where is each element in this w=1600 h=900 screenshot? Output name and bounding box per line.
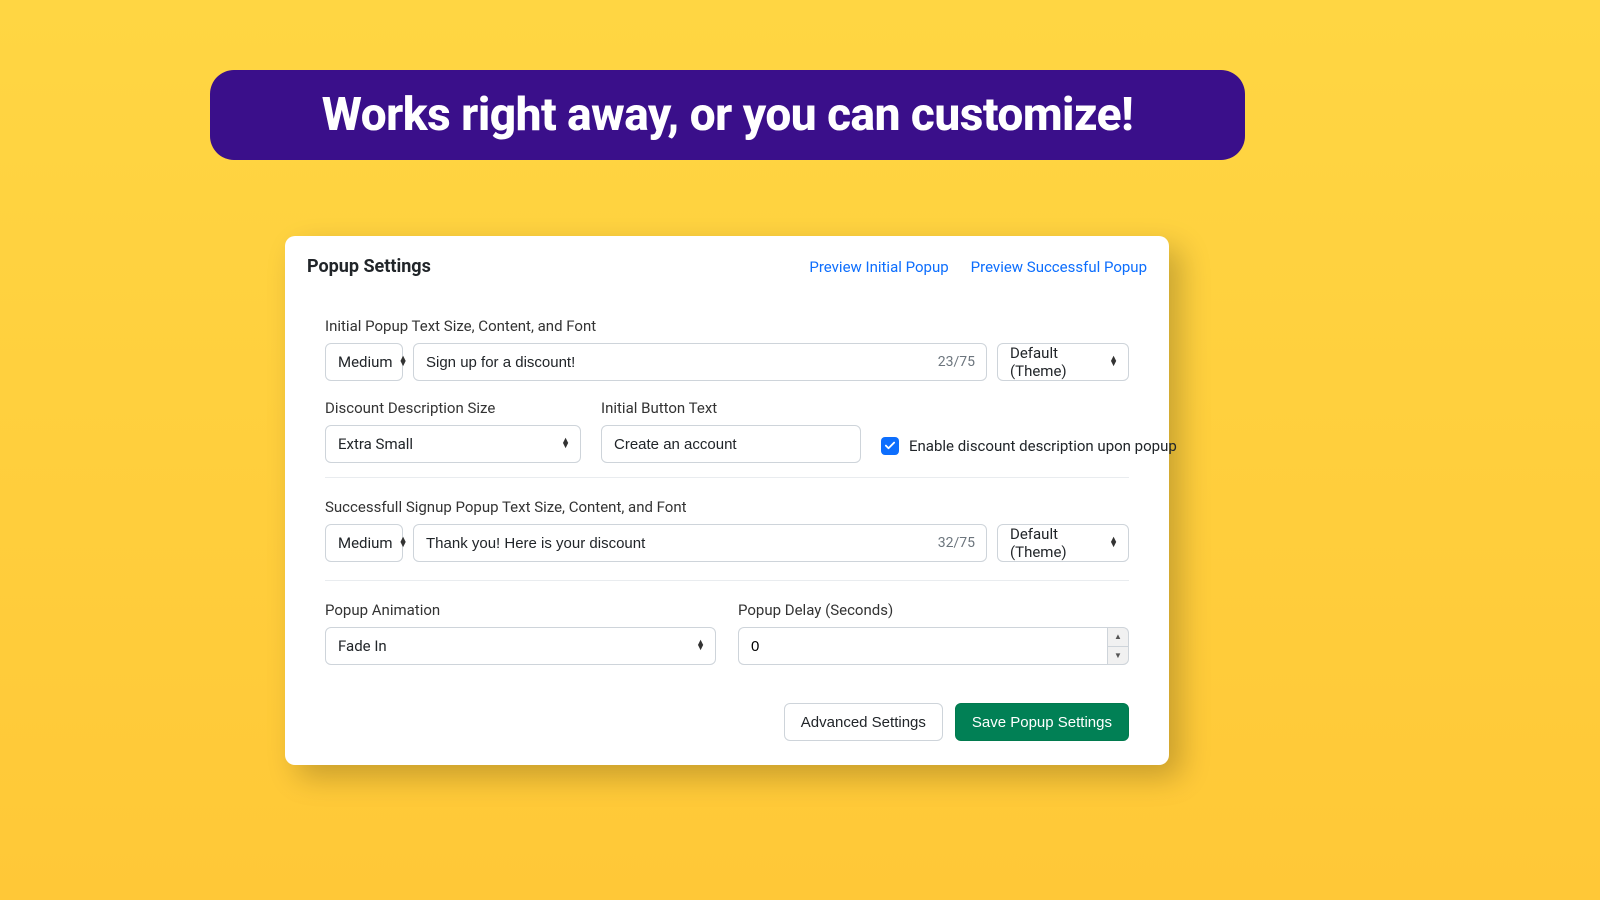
settings-section: Initial Popup Text Size, Content, and Fo…: [307, 317, 1147, 741]
success-size-select[interactable]: Medium ▲▼: [325, 524, 403, 562]
desc-size-value: Extra Small: [338, 435, 413, 453]
initial-row: Medium ▲▼ 23/75 Default (Theme) ▲▼: [325, 343, 1129, 381]
popup-settings-card: Popup Settings Preview Initial Popup Pre…: [285, 236, 1169, 765]
footer-actions: Advanced Settings Save Popup Settings: [325, 703, 1129, 741]
chevron-up-icon: ▲: [1114, 632, 1122, 641]
delay-input[interactable]: [738, 627, 1107, 665]
initial-text-counter: 23/75: [938, 354, 975, 370]
initial-text-input[interactable]: [413, 343, 987, 381]
promo-banner: Works right away, or you can customize!: [210, 70, 1245, 160]
enable-desc-checkbox[interactable]: [881, 437, 899, 455]
success-font-value: Default (Theme): [1010, 525, 1103, 561]
chevron-down-icon: ▼: [1114, 651, 1122, 660]
success-text-wrap: 32/75: [413, 524, 987, 562]
header-links: Preview Initial Popup Preview Successful…: [809, 258, 1147, 276]
animation-value: Fade In: [338, 637, 387, 655]
delay-col: Popup Delay (Seconds) ▲ ▼: [738, 601, 1129, 665]
init-button-col: Initial Button Text: [601, 399, 861, 463]
spinner-up-button[interactable]: ▲: [1107, 627, 1129, 646]
animation-select[interactable]: Fade In ▲▼: [325, 627, 716, 665]
save-button[interactable]: Save Popup Settings: [955, 703, 1129, 741]
preview-initial-link[interactable]: Preview Initial Popup: [809, 258, 948, 276]
preview-success-link[interactable]: Preview Successful Popup: [971, 258, 1147, 276]
card-title: Popup Settings: [307, 256, 431, 277]
second-row: Discount Description Size Extra Small ▲▼…: [325, 399, 1129, 463]
spinner-buttons: ▲ ▼: [1107, 627, 1129, 665]
initial-size-select[interactable]: Medium ▲▼: [325, 343, 403, 381]
card-header: Popup Settings Preview Initial Popup Pre…: [307, 256, 1147, 277]
desc-size-label: Discount Description Size: [325, 399, 581, 417]
initial-size-value: Medium: [338, 353, 393, 371]
desc-size-select[interactable]: Extra Small ▲▼: [325, 425, 581, 463]
success-text-input[interactable]: [413, 524, 987, 562]
enable-desc-label: Enable discount description upon popup: [909, 437, 1177, 455]
animation-col: Popup Animation Fade In ▲▼: [325, 601, 716, 665]
updown-icon: ▲▼: [696, 641, 705, 651]
updown-icon: ▲▼: [1109, 538, 1118, 548]
enable-desc-col: Enable discount description upon popup: [881, 437, 1177, 463]
bottom-row: Popup Animation Fade In ▲▼ Popup Delay (…: [325, 601, 1129, 665]
updown-icon: ▲▼: [399, 538, 408, 548]
desc-size-col: Discount Description Size Extra Small ▲▼: [325, 399, 581, 463]
animation-label: Popup Animation: [325, 601, 716, 619]
success-font-select[interactable]: Default (Theme) ▲▼: [997, 524, 1129, 562]
success-row: Medium ▲▼ 32/75 Default (Theme) ▲▼: [325, 524, 1129, 562]
initial-font-value: Default (Theme): [1010, 344, 1103, 380]
init-button-label: Initial Button Text: [601, 399, 861, 417]
initial-group-label: Initial Popup Text Size, Content, and Fo…: [325, 317, 1129, 335]
delay-label: Popup Delay (Seconds): [738, 601, 1129, 619]
spinner-down-button[interactable]: ▼: [1107, 646, 1129, 666]
divider: [325, 477, 1129, 478]
divider: [325, 580, 1129, 581]
initial-font-select[interactable]: Default (Theme) ▲▼: [997, 343, 1129, 381]
delay-spinner: ▲ ▼: [738, 627, 1129, 665]
check-icon: [884, 440, 896, 452]
success-group-label: Successfull Signup Popup Text Size, Cont…: [325, 498, 1129, 516]
updown-icon: ▲▼: [561, 439, 570, 449]
initial-text-wrap: 23/75: [413, 343, 987, 381]
success-size-value: Medium: [338, 534, 393, 552]
updown-icon: ▲▼: [1109, 357, 1118, 367]
init-button-input[interactable]: [601, 425, 861, 463]
success-text-counter: 32/75: [938, 535, 975, 551]
updown-icon: ▲▼: [399, 357, 408, 367]
advanced-settings-button[interactable]: Advanced Settings: [784, 703, 943, 741]
